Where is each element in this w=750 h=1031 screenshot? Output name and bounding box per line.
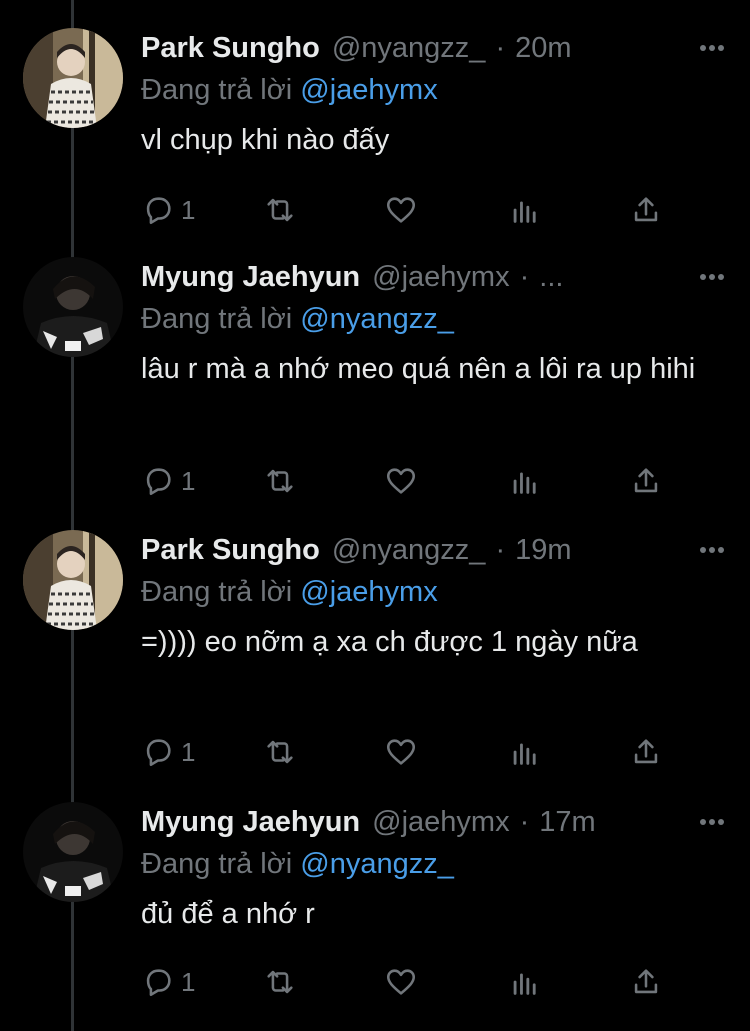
like-button[interactable] <box>384 732 418 772</box>
timestamp[interactable]: 19m <box>515 530 571 570</box>
share-button[interactable] <box>629 732 663 772</box>
retweet-icon <box>267 198 293 222</box>
reply-button[interactable]: 1 <box>141 962 195 1002</box>
timestamp[interactable]: 20m <box>515 28 571 68</box>
more-icon[interactable] <box>696 806 728 838</box>
tweet-actions: 1 <box>0 190 750 230</box>
share-button[interactable] <box>629 461 663 501</box>
avatar[interactable] <box>23 28 123 128</box>
reply-icon <box>146 468 171 496</box>
avatar[interactable] <box>23 257 123 357</box>
replying-to: Đang trả lời @jaehymx <box>141 70 728 110</box>
user-handle[interactable]: @nyangzz_ <box>332 530 486 570</box>
tweet-actions: 1 <box>0 732 750 772</box>
replying-to-label: Đang trả lời <box>141 576 293 608</box>
tweet[interactable]: Myung Jaehyun @jaehymx · ... Đang trả lờ… <box>0 257 750 507</box>
tweet[interactable]: Myung Jaehyun @jaehymx · 17m Đang trả lờ… <box>0 802 750 1012</box>
analytics-icon <box>513 973 536 995</box>
retweet-icon <box>267 740 293 764</box>
separator-dot: · <box>495 534 506 566</box>
retweet-icon <box>267 469 293 493</box>
analytics-icon <box>513 201 536 223</box>
replying-to: Đang trả lời @nyangzz_ <box>141 299 728 339</box>
retweet-button[interactable] <box>263 461 297 501</box>
share-icon <box>634 969 658 994</box>
replying-to-label: Đang trả lời <box>141 303 293 335</box>
share-icon <box>634 197 658 222</box>
analytics-icon <box>513 472 536 494</box>
reply-count: 1 <box>181 736 196 767</box>
like-button[interactable] <box>384 461 418 501</box>
tweet-text: lâu r mà a nhớ meo quá nên a lôi ra up h… <box>141 353 696 385</box>
reply-icon <box>146 197 171 225</box>
share-icon <box>634 468 658 493</box>
reply-icon <box>146 739 171 767</box>
mention-link[interactable]: @jaehymx <box>300 576 437 608</box>
like-icon <box>386 197 416 223</box>
tweet-actions: 1 <box>0 962 750 1002</box>
like-button[interactable] <box>384 962 418 1002</box>
tweet[interactable]: Park Sungho @nyangzz_ · 20m Đang trả lời… <box>0 28 750 238</box>
share-button[interactable] <box>629 190 663 230</box>
share-icon <box>634 739 658 764</box>
separator-dot: · <box>519 806 530 838</box>
retweet-icon <box>267 970 293 994</box>
replying-to-label: Đang trả lời <box>141 848 293 880</box>
user-handle[interactable]: @nyangzz_ <box>332 28 486 68</box>
reply-count: 1 <box>181 194 196 225</box>
replying-to: Đang trả lời @nyangzz_ <box>141 844 728 884</box>
display-name[interactable]: Park Sungho <box>141 28 320 68</box>
separator-dot: · <box>519 261 530 293</box>
display-name[interactable]: Myung Jaehyun <box>141 257 360 297</box>
replying-to-label: Đang trả lời <box>141 74 293 106</box>
more-icon[interactable] <box>696 32 728 64</box>
analytics-button[interactable] <box>508 732 542 772</box>
reply-button[interactable]: 1 <box>141 461 195 501</box>
avatar[interactable] <box>23 802 123 902</box>
mention-link[interactable]: @jaehymx <box>300 74 437 106</box>
timestamp[interactable]: ... <box>539 257 563 297</box>
tweet-text: =)))) eo nỡm ạ xa ch được 1 ngày nữa <box>141 626 638 658</box>
display-name[interactable]: Myung Jaehyun <box>141 802 360 842</box>
share-button[interactable] <box>629 962 663 1002</box>
like-icon <box>386 468 416 494</box>
timestamp[interactable]: 17m <box>539 802 595 842</box>
like-button[interactable] <box>384 190 418 230</box>
analytics-button[interactable] <box>508 962 542 1002</box>
tweet-actions: 1 <box>0 461 750 501</box>
analytics-button[interactable] <box>508 190 542 230</box>
user-handle[interactable]: @jaehymx <box>372 802 509 842</box>
retweet-button[interactable] <box>263 732 297 772</box>
analytics-button[interactable] <box>508 461 542 501</box>
reply-button[interactable]: 1 <box>141 732 195 772</box>
separator-dot: · <box>495 32 506 64</box>
more-icon[interactable] <box>696 534 728 566</box>
tweet[interactable]: Park Sungho @nyangzz_ · 19m Đang trả lời… <box>0 530 750 780</box>
reply-button[interactable]: 1 <box>141 190 195 230</box>
analytics-icon <box>513 743 536 765</box>
replying-to: Đang trả lời @jaehymx <box>141 572 728 612</box>
user-handle[interactable]: @jaehymx <box>372 257 509 297</box>
tweet-text: đủ để a nhớ r <box>141 898 315 930</box>
display-name[interactable]: Park Sungho <box>141 530 320 570</box>
retweet-button[interactable] <box>263 190 297 230</box>
more-icon[interactable] <box>696 261 728 293</box>
reply-icon <box>146 969 171 997</box>
tweet-text: vl chụp khi nào đấy <box>141 124 390 156</box>
mention-link[interactable]: @nyangzz_ <box>300 303 454 335</box>
mention-link[interactable]: @nyangzz_ <box>300 848 454 880</box>
avatar[interactable] <box>23 530 123 630</box>
retweet-button[interactable] <box>263 962 297 1002</box>
reply-count: 1 <box>181 465 196 496</box>
like-icon <box>386 969 416 995</box>
reply-count: 1 <box>181 966 196 997</box>
like-icon <box>386 739 416 765</box>
